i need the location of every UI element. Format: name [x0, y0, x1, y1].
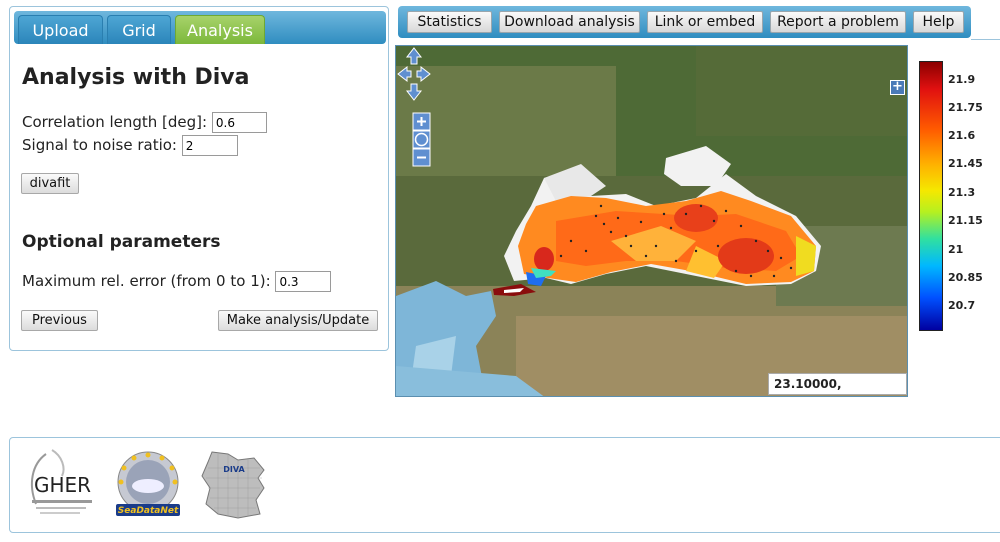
correlation-length-row: Correlation length [deg]:	[22, 112, 267, 133]
diva-logo-text: DIVA	[223, 465, 245, 474]
zoom-control[interactable]	[412, 112, 432, 168]
tab-grid[interactable]: Grid	[107, 15, 171, 44]
signal-noise-label: Signal to noise ratio:	[22, 136, 177, 154]
correlation-length-input[interactable]	[211, 112, 267, 133]
colorbar-label: 21.9	[948, 73, 976, 86]
max-rel-error-label: Maximum rel. error (from 0 to 1):	[22, 272, 271, 290]
download-analysis-button[interactable]: Download analysis	[499, 11, 640, 33]
correlation-length-label: Correlation length [deg]:	[22, 113, 208, 131]
diva-logo[interactable]: DIVA	[198, 448, 270, 520]
gher-logo-text: GHER	[34, 473, 91, 497]
map-viewport[interactable]: + 23.10000, 41.52090	[395, 45, 908, 397]
layer-switcher-icon[interactable]: +	[890, 80, 905, 95]
colorbar-label: 21.45	[948, 157, 983, 170]
pan-right-icon	[416, 65, 431, 83]
color-scale-bar	[919, 61, 943, 331]
pan-control[interactable]	[396, 46, 432, 102]
seadatanet-logo[interactable]: SeaDataNet	[112, 448, 184, 520]
statistics-button[interactable]: Statistics	[407, 11, 492, 33]
pan-up-icon	[405, 47, 423, 65]
map-image	[396, 46, 907, 396]
max-rel-error-row: Maximum rel. error (from 0 to 1):	[22, 271, 332, 292]
signal-noise-input[interactable]	[181, 135, 238, 156]
colorbar-label: 21.3	[948, 186, 976, 199]
footer: GHER SeaDataNet DIVA	[9, 437, 1000, 533]
colorbar-label: 20.85	[948, 271, 983, 284]
help-button[interactable]: Help	[913, 11, 964, 33]
seadatanet-logo-text: SeaDataNet	[118, 506, 179, 516]
pan-left-icon	[397, 65, 412, 83]
divider	[971, 39, 1000, 40]
coordinate-readout: 23.10000, 41.52090	[768, 373, 907, 395]
tab-analysis[interactable]: Analysis	[175, 15, 265, 44]
previous-button[interactable]: Previous	[21, 310, 98, 331]
gher-logo[interactable]: GHER	[22, 446, 102, 518]
colorbar-label: 21.6	[948, 129, 976, 142]
make-analysis-button[interactable]: Make analysis/Update	[218, 310, 378, 331]
analysis-panel: Upload Grid Analysis Analysis with Diva …	[9, 6, 389, 351]
colorbar-label: 21.75	[948, 101, 983, 114]
tab-bar: Upload Grid Analysis	[14, 11, 386, 44]
tab-upload[interactable]: Upload	[18, 15, 103, 44]
panel-title: Analysis with Diva	[22, 65, 250, 90]
divafit-button[interactable]: divafit	[21, 173, 79, 194]
max-rel-error-input[interactable]	[275, 271, 332, 292]
colorbar-label: 20.7	[948, 299, 976, 312]
report-problem-button[interactable]: Report a problem	[770, 11, 906, 33]
top-toolbar: Statistics Download analysis Link or emb…	[398, 6, 971, 38]
pan-down-icon	[405, 83, 423, 101]
optional-parameters-title: Optional parameters	[22, 232, 221, 252]
link-embed-button[interactable]: Link or embed	[647, 11, 763, 33]
colorbar-label: 21	[948, 243, 964, 256]
signal-noise-row: Signal to noise ratio:	[22, 135, 238, 156]
colorbar-label: 21.15	[948, 214, 983, 227]
